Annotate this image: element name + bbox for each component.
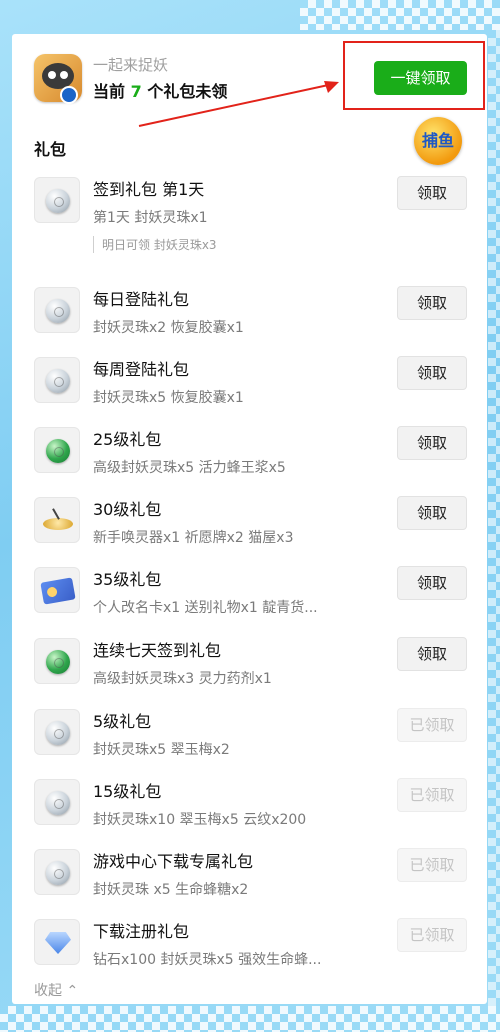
checker-pattern-bottom bbox=[0, 1006, 500, 1032]
annotation-arrow bbox=[138, 81, 339, 127]
item-contents: 封妖灵珠x2 恢复胶囊x1 bbox=[93, 320, 244, 336]
annotation-highlight-box bbox=[343, 41, 485, 110]
item-title: 下载注册礼包 bbox=[93, 922, 190, 941]
item-title: 每周登陆礼包 bbox=[93, 360, 190, 379]
claim-button[interactable]: 领取 bbox=[397, 286, 467, 320]
item-contents: 高级封妖灵珠x5 活力蜂王浆x5 bbox=[93, 460, 286, 476]
diamond-icon bbox=[34, 919, 80, 965]
rename-card-icon bbox=[34, 567, 80, 613]
checker-pattern-top bbox=[300, 0, 500, 30]
item-title: 15级礼包 bbox=[93, 782, 162, 801]
claim-button[interactable]: 领取 bbox=[397, 176, 467, 210]
claim-button[interactable]: 领取 bbox=[397, 637, 467, 671]
white-orb-icon bbox=[34, 287, 80, 333]
item-contents: 封妖灵珠 x5 生命蜂糖x2 bbox=[93, 882, 249, 898]
item-title: 每日登陆礼包 bbox=[93, 290, 190, 309]
claimed-button: 已领取 bbox=[397, 918, 467, 952]
green-orb-icon bbox=[34, 638, 80, 684]
item-title: 5级礼包 bbox=[93, 712, 152, 731]
item-contents: 第1天 封妖灵珠x1 bbox=[93, 210, 208, 226]
summoner-icon bbox=[34, 497, 80, 543]
item-contents: 钻石x100 封妖灵珠x5 强效生命蜂... bbox=[93, 952, 322, 968]
item-title: 25级礼包 bbox=[93, 430, 162, 449]
claimed-button: 已领取 bbox=[397, 848, 467, 882]
collapse-link[interactable]: 收起 ⌃ bbox=[34, 980, 78, 1000]
section-title: 礼包 bbox=[34, 140, 67, 159]
item-contents: 个人改名卡x1 送别礼物x1 靛青货... bbox=[93, 600, 318, 616]
gift-panel: 一起来捉妖 当前 7 个礼包未领 一键领取 签到礼包 第1天 第1天 封妖灵珠x1… bbox=[12, 34, 487, 1004]
white-orb-icon bbox=[34, 709, 80, 755]
claim-button[interactable]: 领取 bbox=[397, 356, 467, 390]
claimed-button: 已领取 bbox=[397, 778, 467, 812]
item-title: 30级礼包 bbox=[93, 500, 162, 519]
item-title: 游戏中心下载专属礼包 bbox=[93, 852, 254, 871]
white-orb-icon bbox=[34, 779, 80, 825]
item-title: 签到礼包 第1天 bbox=[93, 180, 205, 199]
claimed-button: 已领取 bbox=[397, 708, 467, 742]
item-contents: 高级封妖灵珠x3 灵力药剂x1 bbox=[93, 671, 272, 687]
claim-button[interactable]: 领取 bbox=[397, 566, 467, 600]
item-contents: 封妖灵珠x10 翠玉梅x5 云纹x200 bbox=[93, 812, 307, 828]
claim-button[interactable]: 领取 bbox=[397, 426, 467, 460]
white-orb-icon bbox=[34, 177, 80, 223]
item-next-reward-note: 明日可领 封妖灵珠x3 bbox=[93, 236, 217, 253]
item-contents: 新手唤灵器x1 祈愿牌x2 猫屋x3 bbox=[93, 530, 294, 546]
item-contents: 封妖灵珠x5 翠玉梅x2 bbox=[93, 742, 230, 758]
game-app-icon bbox=[34, 54, 82, 104]
game-name: 一起来捉妖 bbox=[93, 56, 169, 74]
white-orb-icon bbox=[34, 357, 80, 403]
green-orb-icon bbox=[34, 427, 80, 473]
checker-pattern-right bbox=[488, 30, 500, 1006]
item-contents: 封妖灵珠x5 恢复胶囊x1 bbox=[93, 390, 244, 406]
item-title: 35级礼包 bbox=[93, 570, 162, 589]
fishing-game-badge: 捕鱼 bbox=[414, 117, 462, 165]
white-orb-icon bbox=[34, 849, 80, 895]
item-title: 连续七天签到礼包 bbox=[93, 641, 222, 660]
claim-button[interactable]: 领取 bbox=[397, 496, 467, 530]
